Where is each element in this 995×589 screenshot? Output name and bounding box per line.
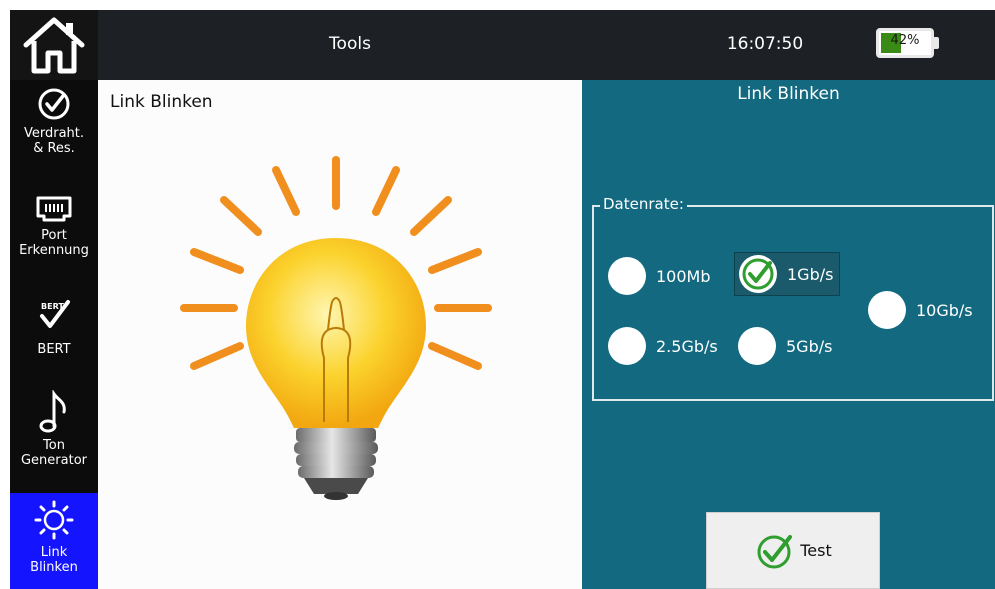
radio-button[interactable]: [608, 257, 646, 295]
rate-option-1gbs[interactable]: 1Gb/s: [734, 252, 841, 296]
sun-icon: [34, 500, 74, 540]
lightbulb-icon: [180, 156, 492, 500]
rate-option-5gbs[interactable]: 5Gb/s: [738, 327, 832, 365]
radio-button-checked[interactable]: [739, 255, 777, 293]
settings-panel: Link Blinken Datenrate: 100Mb 1Gb/s 10Gb…: [582, 80, 995, 589]
bert-icon: BERT: [40, 300, 70, 328]
check-circle-icon: [38, 88, 70, 120]
battery-percent: 42%: [890, 33, 920, 48]
device-screen: Tools 16:07:50 42% Verdraht. & Res. Port…: [10, 10, 995, 589]
battery-tip: [934, 37, 939, 49]
rate-option-label: 5Gb/s: [786, 336, 833, 356]
check-icon: [742, 258, 774, 290]
sidebar-item-label: Port Erkennung: [19, 228, 89, 258]
sidebar-item-label: BERT: [37, 342, 71, 357]
sidebar-item-link-blinken[interactable]: Link Blinken: [10, 493, 98, 589]
sidebar-item-ton-generator[interactable]: Ton Generator: [10, 390, 98, 490]
main-panel: Link Blinken: [98, 80, 582, 589]
home-button[interactable]: [10, 10, 98, 80]
music-note-icon: [39, 390, 66, 433]
sidebar-item-port-erkennung[interactable]: Port Erkennung: [10, 192, 98, 284]
network-port-icon: [36, 196, 72, 222]
sidebar-item-bert[interactable]: BERT BERT: [10, 298, 98, 378]
battery-indicator: 42%: [876, 28, 934, 58]
rate-option-2-5gbs[interactable]: 2.5Gb/s: [608, 327, 718, 365]
home-icon: [23, 17, 85, 74]
rate-option-label: 100Mb: [656, 266, 711, 286]
sidebar-item-label: Link Blinken: [30, 545, 78, 575]
radio-button[interactable]: [738, 327, 776, 365]
sidebar-item-verdrahtung[interactable]: Verdraht. & Res.: [10, 86, 98, 178]
sidebar-item-label: Verdraht. & Res.: [23, 126, 85, 156]
rate-option-100mb[interactable]: 100Mb: [608, 257, 711, 295]
main-title: Link Blinken: [110, 92, 213, 112]
radio-button[interactable]: [868, 291, 906, 329]
rate-option-10gbs[interactable]: 10Gb/s: [868, 291, 973, 329]
rate-option-label: 2.5Gb/s: [656, 336, 718, 356]
clock: 16:07:50: [726, 34, 804, 54]
sidebar: Verdraht. & Res. Port Erkennung BERT BER…: [10, 80, 98, 589]
top-bar: Tools 16:07:50 42%: [10, 10, 995, 80]
radio-button[interactable]: [608, 327, 646, 365]
data-rate-label: Datenrate:: [600, 195, 687, 213]
test-button-label: Test: [800, 541, 832, 560]
check-circle-icon: [757, 534, 793, 568]
rate-option-label: 1Gb/s: [787, 264, 834, 284]
rate-option-label: 10Gb/s: [916, 300, 973, 320]
data-rate-group: Datenrate: 100Mb 1Gb/s 10Gb/s 2.5Gb/s 5G…: [592, 195, 994, 401]
test-button[interactable]: Test: [706, 512, 880, 589]
page-title: Tools: [329, 34, 371, 54]
panel-title: Link Blinken: [737, 84, 840, 104]
sidebar-item-label: Ton Generator: [20, 438, 87, 468]
